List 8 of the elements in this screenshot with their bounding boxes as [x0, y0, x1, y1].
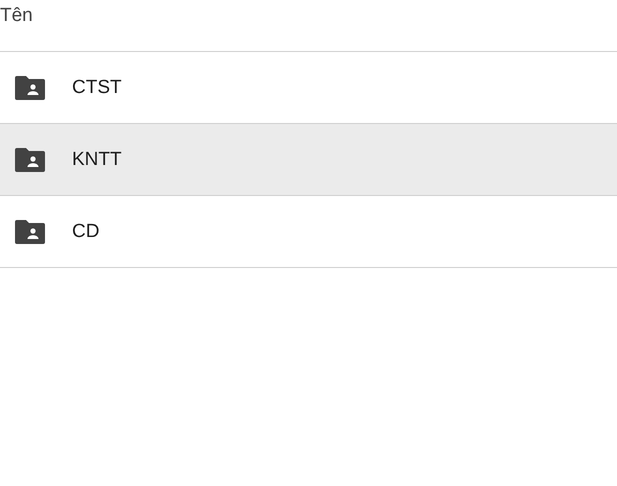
- folder-name: CD: [72, 220, 100, 242]
- shared-folder-icon: [15, 220, 45, 244]
- shared-folder-icon: [15, 148, 45, 172]
- shared-folder-icon: [15, 76, 45, 100]
- folder-row[interactable]: KNTT: [0, 124, 617, 196]
- column-header[interactable]: Tên: [0, 5, 33, 27]
- folder-name: KNTT: [72, 148, 122, 170]
- folder-name: CTST: [72, 76, 122, 98]
